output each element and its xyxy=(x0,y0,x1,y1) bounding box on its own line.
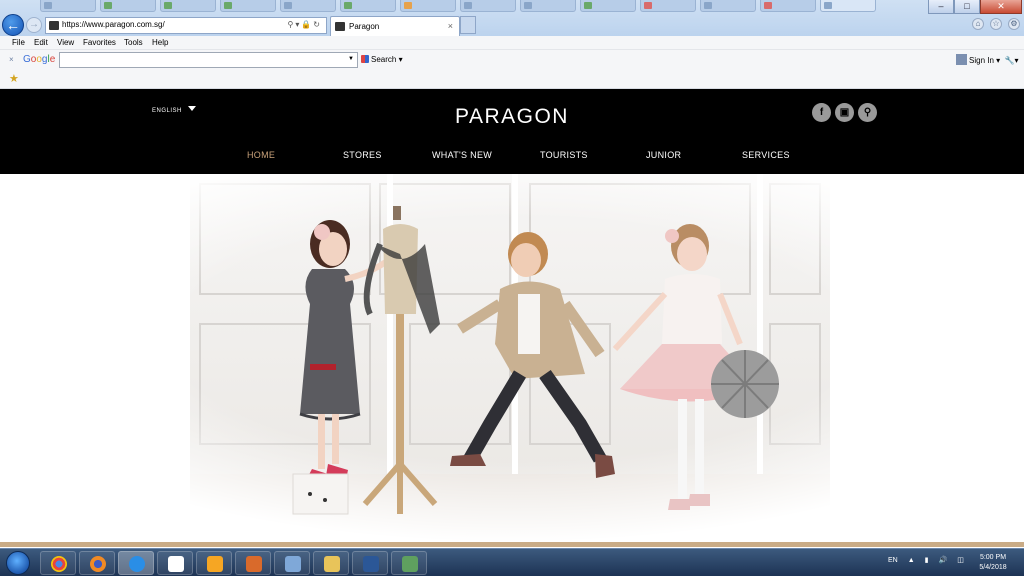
address-bar-icons[interactable]: ⚲▾🔒↻ xyxy=(287,20,322,29)
system-tray: EN ▲ ▮ 🔊 ◫ xyxy=(888,556,964,565)
url-text[interactable]: https://www.paragon.com.sg/ xyxy=(62,20,165,29)
menu-help[interactable]: Help xyxy=(152,38,168,47)
menu-tools[interactable]: Tools xyxy=(124,38,143,47)
background-tab[interactable] xyxy=(280,0,336,12)
volume-icon[interactable]: 🔊 xyxy=(939,556,948,564)
address-bar[interactable]: https://www.paragon.com.sg/ ⚲▾🔒↻ xyxy=(45,17,327,34)
facebook-icon[interactable]: f xyxy=(812,103,831,122)
background-tab[interactable] xyxy=(340,0,396,12)
add-favorite-icon[interactable]: ★ xyxy=(9,72,19,85)
site-header: ENGLISH PARAGON f ▣ ⚲ HOME STORES WHAT'S… xyxy=(0,89,1024,174)
forward-button[interactable]: → xyxy=(26,17,42,33)
sign-in-label: Sign In xyxy=(969,56,994,65)
menu-edit[interactable]: Edit xyxy=(34,38,48,47)
back-button[interactable]: ← xyxy=(2,14,24,36)
clock-time: 5:00 PM xyxy=(979,554,1007,561)
browser-chrome: – □ ✕ ← → https://www.paragon.com.sg/ ⚲▾… xyxy=(0,0,1024,36)
background-tab[interactable] xyxy=(820,0,876,12)
background-tab[interactable] xyxy=(700,0,756,12)
firefox-icon[interactable] xyxy=(79,551,115,575)
background-tab[interactable] xyxy=(220,0,276,12)
background-tab[interactable] xyxy=(100,0,156,12)
background-tab[interactable] xyxy=(760,0,816,12)
windows-taskbar: EN ▲ ▮ 🔊 ◫ 5:00 PM 5/4/2018 xyxy=(0,548,1024,576)
site-favicon-icon xyxy=(335,22,345,31)
chevron-up-icon[interactable]: ▲ xyxy=(908,557,915,564)
google-logo: Google xyxy=(23,54,56,65)
dropbox-icon[interactable] xyxy=(157,551,193,575)
close-button[interactable]: ✕ xyxy=(980,0,1022,14)
word-icon[interactable] xyxy=(352,551,388,575)
internet-explorer-icon[interactable] xyxy=(118,551,154,575)
window-controls: – □ ✕ xyxy=(928,0,1022,14)
google-search-input[interactable]: ▼ xyxy=(59,52,358,68)
background-tab[interactable] xyxy=(160,0,216,12)
home-icon[interactable]: ⌂ xyxy=(972,18,984,30)
menu-favorites[interactable]: Favorites xyxy=(83,38,116,47)
minimize-button[interactable]: – xyxy=(928,0,954,14)
nav-junior[interactable]: JUNIOR xyxy=(646,150,681,160)
tab-paragon[interactable]: Paragon × xyxy=(330,16,460,36)
chevron-down-icon[interactable]: ▼ xyxy=(348,56,354,62)
new-tab-button[interactable] xyxy=(460,16,476,34)
tab-close-icon[interactable]: × xyxy=(448,21,453,31)
favorites-bar: ★ xyxy=(0,69,1024,89)
nav-services[interactable]: SERVICES xyxy=(742,150,790,160)
tab-title: Paragon xyxy=(349,22,380,31)
tools-gear-icon[interactable]: ⚙ xyxy=(1008,18,1020,30)
language-indicator[interactable]: EN xyxy=(888,557,898,564)
network-icon[interactable]: ◫ xyxy=(957,556,964,564)
google-toolbar-close-icon[interactable]: × xyxy=(9,55,14,64)
background-tab[interactable] xyxy=(580,0,636,12)
nav-stores[interactable]: STORES xyxy=(343,150,382,160)
google-search-button[interactable]: Search ▾ xyxy=(361,55,403,64)
maximize-button[interactable]: □ xyxy=(954,0,980,14)
menu-bar: File Edit View Favorites Tools Help xyxy=(0,36,1024,49)
hero-illustration xyxy=(0,174,1024,542)
avatar xyxy=(956,54,967,65)
package-icon[interactable] xyxy=(235,551,271,575)
background-tab[interactable] xyxy=(40,0,96,12)
hero-bottom-strip xyxy=(0,542,1024,547)
instagram-icon[interactable]: ▣ xyxy=(835,103,854,122)
menu-file[interactable]: File xyxy=(12,38,25,47)
file-explorer-icon[interactable] xyxy=(313,551,349,575)
menu-view[interactable]: View xyxy=(57,38,74,47)
background-tab[interactable] xyxy=(520,0,576,12)
browser-toolbar-icons: ⌂ ☆ ⚙ xyxy=(972,18,1020,30)
media-player-icon[interactable] xyxy=(196,551,232,575)
site-favicon-icon xyxy=(49,21,59,30)
background-tab[interactable] xyxy=(640,0,696,12)
background-tab[interactable] xyxy=(460,0,516,12)
favorites-star-icon[interactable]: ☆ xyxy=(990,18,1002,30)
system-clock[interactable]: 5:00 PM 5/4/2018 xyxy=(970,553,1016,573)
start-button[interactable] xyxy=(6,551,30,575)
window-switcher-icon[interactable] xyxy=(274,551,310,575)
sign-in-button[interactable]: Sign In ▾ 🔧▾ xyxy=(956,54,1019,65)
clock-date: 5/4/2018 xyxy=(979,564,1007,571)
photo-viewer-icon[interactable] xyxy=(391,551,427,575)
nav-tourists[interactable]: TOURISTS xyxy=(540,150,588,160)
chrome-icon[interactable] xyxy=(40,551,76,575)
google-search-label: Search xyxy=(371,55,397,64)
social-links: f ▣ ⚲ xyxy=(812,103,877,122)
google-toolbar: × Google ▼ Search ▾ Sign In ▾ 🔧▾ xyxy=(0,49,1024,69)
google-search-icon xyxy=(361,55,369,63)
notification-icon[interactable]: ▮ xyxy=(925,556,929,564)
hero-banner[interactable] xyxy=(0,174,1024,542)
search-icon[interactable]: ⚲ xyxy=(858,103,877,122)
nav-whats-new[interactable]: WHAT'S NEW xyxy=(432,150,492,160)
background-tab[interactable] xyxy=(400,0,456,12)
nav-home[interactable]: HOME xyxy=(247,150,275,160)
